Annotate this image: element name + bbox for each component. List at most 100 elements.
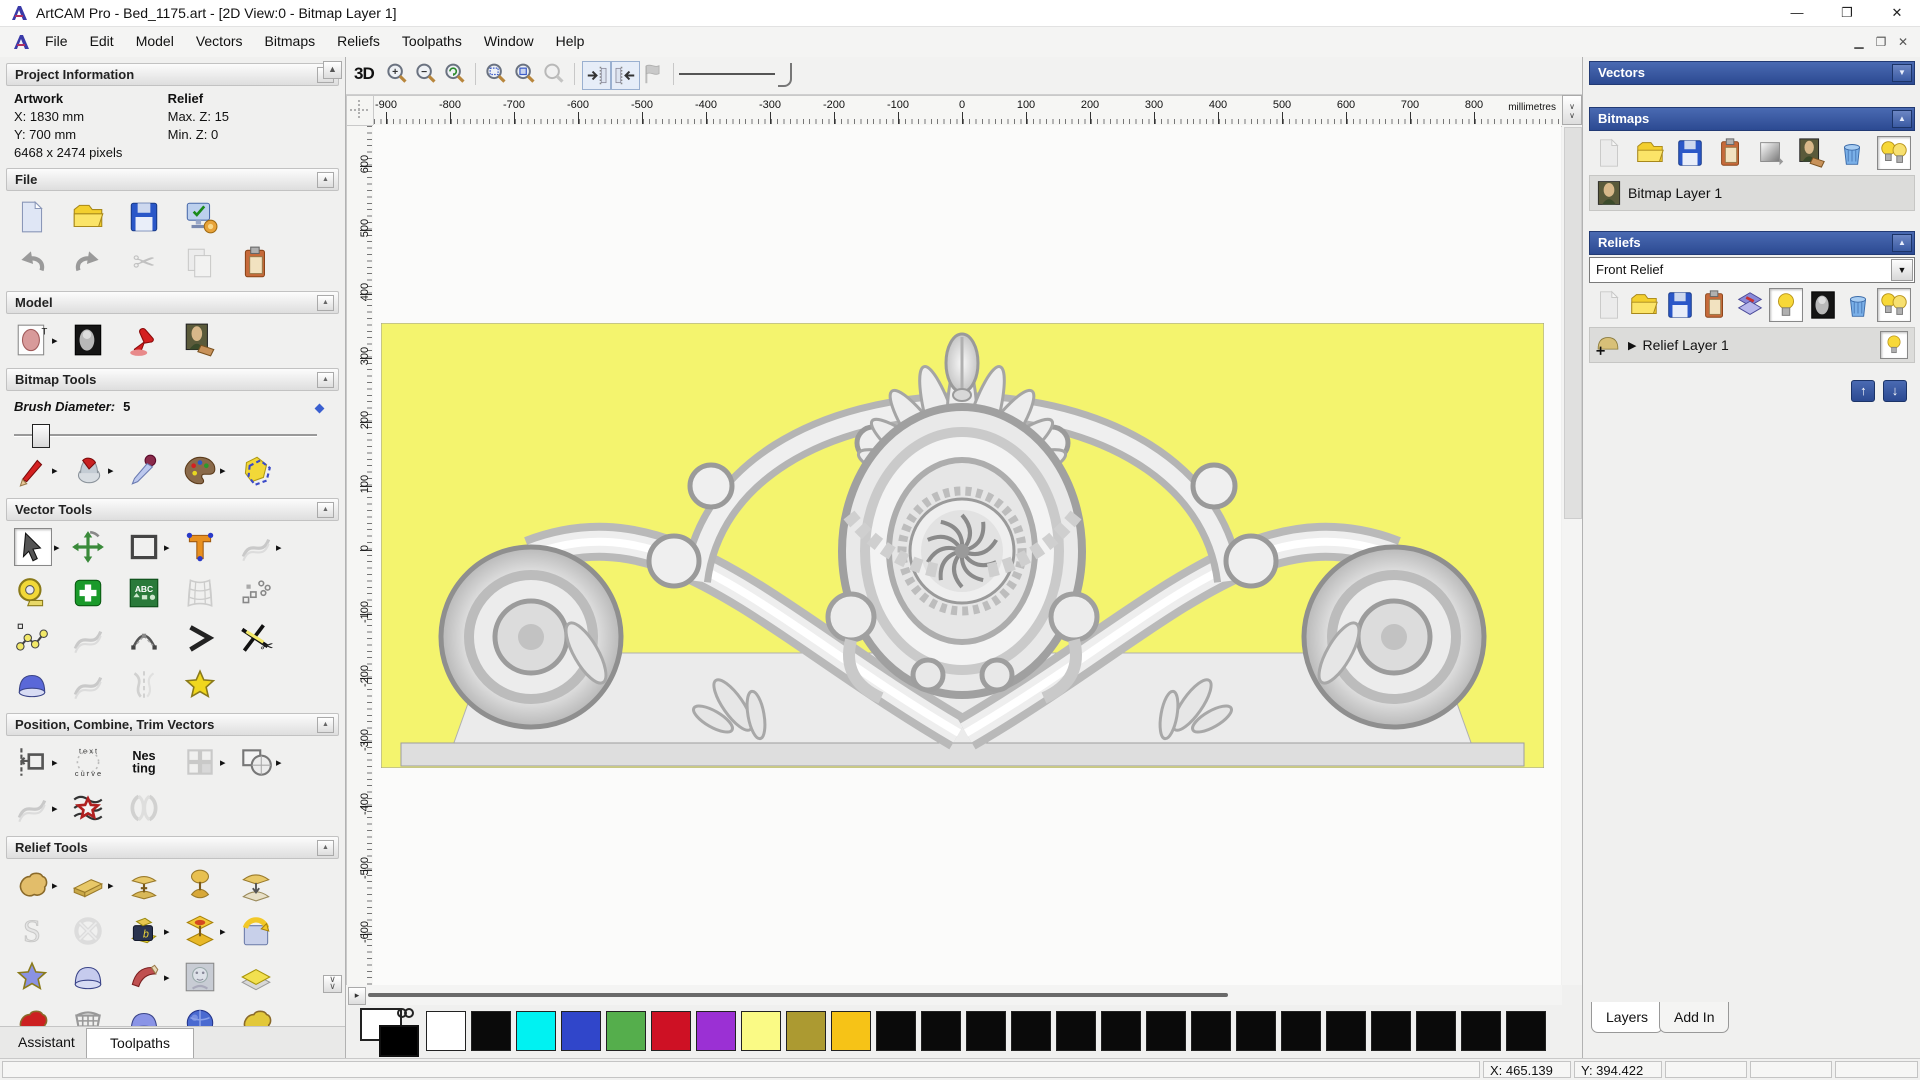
section-position-combine-trim[interactable]: Position, Combine, Trim Vectors ▲ [6,713,339,736]
palette-swatch[interactable] [1371,1011,1411,1051]
save-bitmap-layer-icon[interactable] [1674,137,1706,169]
flood-fill-icon[interactable] [70,452,106,488]
measure-tool-icon[interactable] [14,575,50,611]
palette-swatch[interactable] [696,1011,736,1051]
toggle-all-bitmaps-icon[interactable] [1876,136,1911,170]
text-on-curve-icon[interactable]: t e x t c u r v e [70,744,106,780]
palette-swatch[interactable] [1236,1011,1276,1051]
wrap-relief-icon[interactable] [238,913,274,949]
set-model-size-icon[interactable]: T [14,322,50,358]
rollup-icon[interactable]: ▲ [317,295,334,311]
zoom-object-button[interactable] [541,61,568,88]
boundary-vector-icon[interactable] [14,667,50,703]
zoom-rectangle-button[interactable] [483,61,510,88]
transform-vectors-icon[interactable] [70,529,106,565]
secondary-colour[interactable] [379,1025,419,1057]
mirror-vectors-icon[interactable] [126,667,162,703]
relief-layers-icon[interactable] [238,959,274,995]
paste-bitmap-icon[interactable] [1715,137,1747,169]
create-star-icon[interactable] [182,667,218,703]
move-layer-up-button[interactable]: ↑ [1851,380,1876,402]
flyout-arrow-icon[interactable]: ▸ [108,464,118,477]
layer-visibility-icon[interactable] [1769,288,1804,322]
tab-toolpaths[interactable]: Toolpaths [86,1028,194,1058]
flyout-arrow-icon[interactable]: ▸ [164,971,174,984]
horizontal-scroll-thumb[interactable] [368,993,1228,997]
toggle-all-reliefs-icon[interactable] [1877,288,1911,322]
vertical-scrollbar[interactable] [1562,125,1582,985]
relief-from-image-icon[interactable]: b [126,913,162,949]
free-sketch-icon[interactable] [70,621,106,657]
snap-toggle-left-button[interactable] [582,61,611,90]
offset-vectors-icon[interactable] [238,529,274,565]
interlock-vectors-icon[interactable] [126,790,162,826]
flyout-arrow-icon[interactable]: ▸ [108,879,118,892]
close-button[interactable]: ✕ [1874,0,1920,26]
ruler-options-button[interactable]: ∨ ∨ [1562,95,1582,125]
offset-relief-icon[interactable] [182,913,218,949]
palette-swatch[interactable] [966,1011,1006,1051]
lighting-icon[interactable] [126,322,162,358]
palette-swatch[interactable] [471,1011,511,1051]
palette-swatch[interactable] [831,1011,871,1051]
vector-doctor-icon[interactable] [70,575,106,611]
line-width-handle[interactable] [778,63,792,87]
flyout-arrow-icon[interactable]: ▸ [54,541,64,554]
texture-relief-icon[interactable] [14,959,50,995]
palette-swatch[interactable] [1506,1011,1546,1051]
greyscale-layer-icon[interactable] [1755,137,1787,169]
join-vectors-icon[interactable] [14,790,50,826]
new-relief-layer-icon[interactable] [1593,289,1625,321]
toggle-3d-view-button[interactable]: 3D [354,64,375,84]
mdi-minimize-button[interactable]: ▁ [1848,32,1870,53]
shape-editor-icon[interactable] [14,867,50,903]
section-bitmap-tools[interactable]: Bitmap Tools ▲ [6,368,339,391]
menu-vectors[interactable]: Vectors [185,27,254,57]
new-bitmap-layer-icon[interactable] [1593,137,1625,169]
copy-icon[interactable] [182,245,218,281]
expand-arrow-icon[interactable]: ▶ [1628,339,1636,352]
subtract-relief-icon[interactable] [182,867,218,903]
scroll-expand-button[interactable]: ▸ [348,987,366,1005]
palette-swatch[interactable] [921,1011,961,1051]
layer-visibility-bulb-icon[interactable] [1880,331,1908,359]
mdi-close-button[interactable]: ✕ [1892,32,1914,53]
cut-icon[interactable]: ✂ [126,245,162,281]
palette-swatch[interactable] [606,1011,646,1051]
palette-swatch[interactable] [1326,1011,1366,1051]
menu-toolpaths[interactable]: Toolpaths [391,27,473,57]
flyout-arrow-icon[interactable]: ▸ [220,756,230,769]
smooth-relief-icon[interactable]: S [14,913,50,949]
palette-swatch[interactable] [1191,1011,1231,1051]
menu-bitmaps[interactable]: Bitmaps [254,27,327,57]
palette-swatch[interactable] [1461,1011,1501,1051]
greyscale-preview-icon[interactable] [70,322,106,358]
model-options-icon[interactable] [182,199,218,235]
zoom-out-button[interactable]: − [413,61,440,88]
bitmap-to-vector-icon[interactable] [238,452,274,488]
flyout-arrow-icon[interactable]: ▸ [220,925,230,938]
slider-thumb[interactable] [32,424,50,448]
palette-swatch[interactable] [876,1011,916,1051]
add-relief-icon[interactable] [126,867,162,903]
rollup-icon[interactable]: ▲ [317,372,334,388]
palette-swatch[interactable] [741,1011,781,1051]
flyout-arrow-icon[interactable]: ▸ [164,541,174,554]
align-vectors-icon[interactable] [14,744,50,780]
colour-palette-icon[interactable] [182,452,218,488]
link-colours-icon[interactable] [396,1005,416,1021]
tab-assistant[interactable]: Assistant [4,1027,89,1057]
paste-icon[interactable] [238,245,274,281]
panel-scroll-up-button[interactable]: ▲ [323,61,342,79]
new-layer-stack-icon[interactable] [1734,289,1766,321]
tab-add-in[interactable]: Add In [1659,1002,1730,1033]
section-file[interactable]: File ▲ [6,168,339,191]
ruler-origin-box[interactable] [346,95,375,127]
rollup-icon[interactable]: ▲ [317,502,334,518]
palette-swatch[interactable] [1281,1011,1321,1051]
horizontal-scrollbar[interactable]: ▸ [346,985,1562,1005]
texture-weave-icon[interactable] [70,913,106,949]
two-rail-sweep-icon[interactable] [70,959,106,995]
rollup-icon[interactable]: ▲ [317,172,334,188]
palette-swatch[interactable] [426,1011,466,1051]
